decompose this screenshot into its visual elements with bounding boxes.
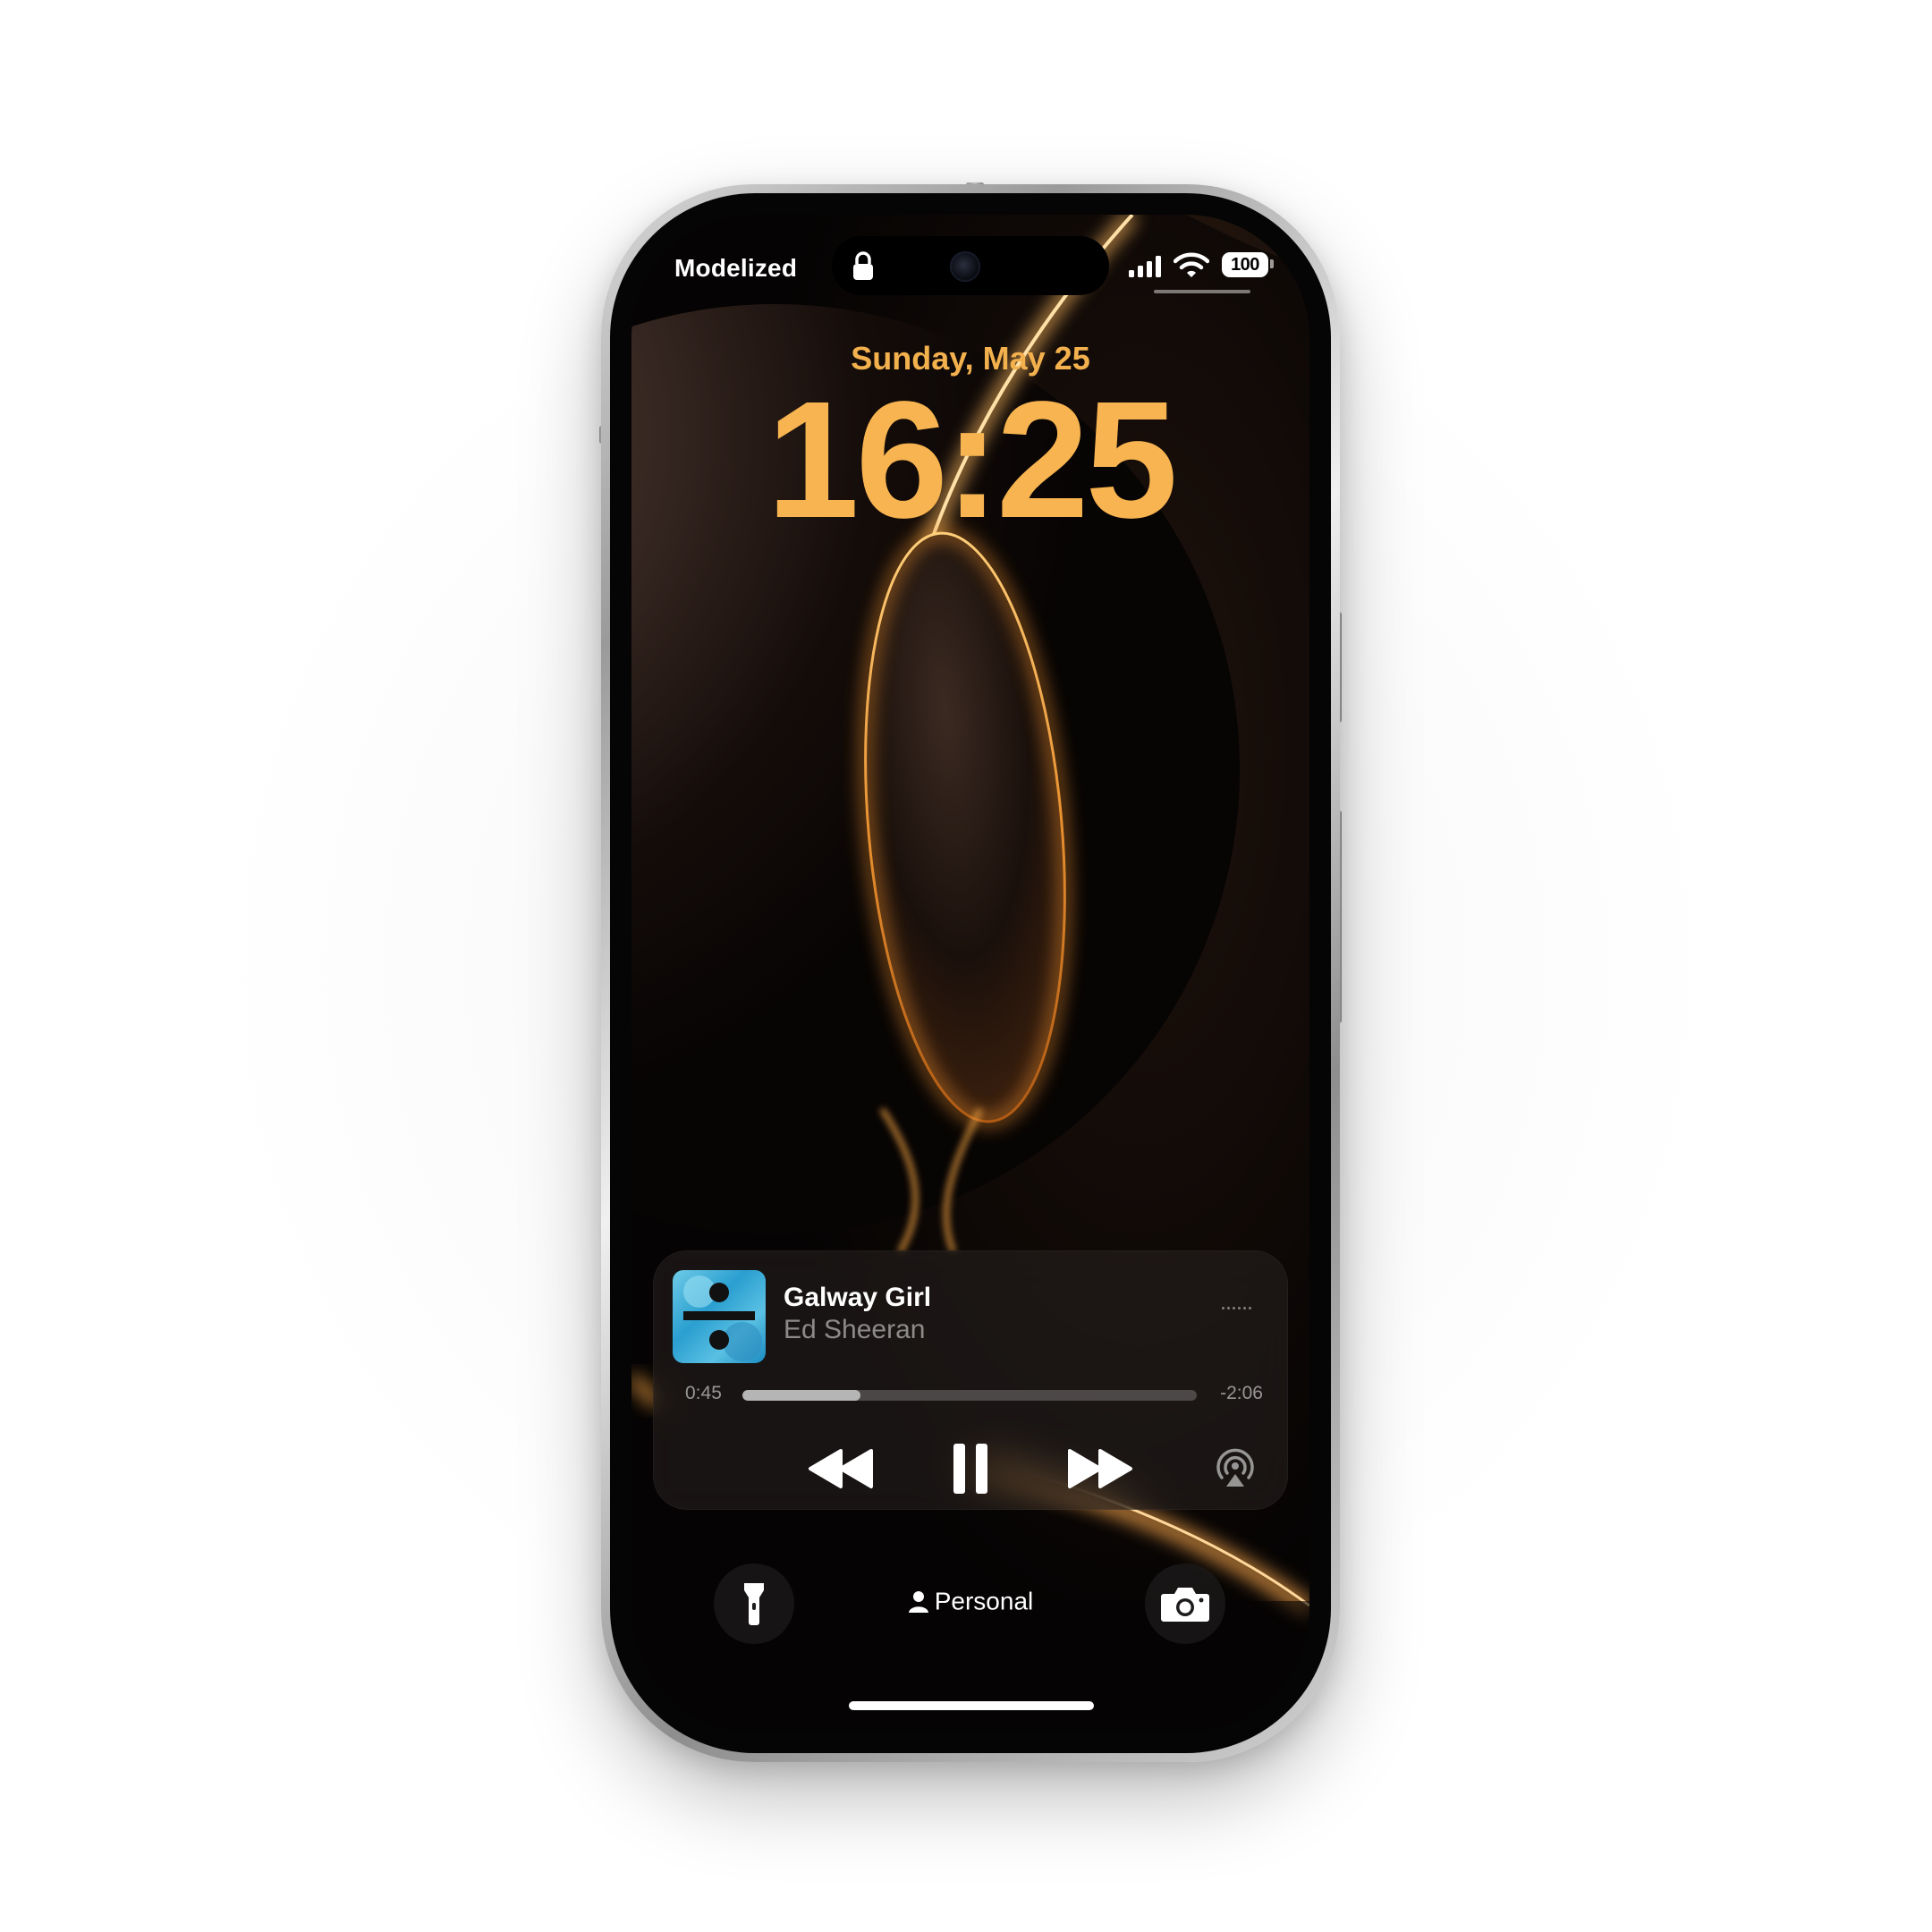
flashlight-icon — [744, 1583, 764, 1625]
focus-mode-selector[interactable]: Personal — [881, 1586, 1060, 1622]
pause-icon[interactable] — [948, 1440, 993, 1497]
progress-fill — [742, 1390, 861, 1401]
divide-album-art[interactable] — [673, 1270, 766, 1363]
now-playing-widget[interactable]: Galway Girl Ed Sheeran 0:45 -2:06 — [653, 1250, 1288, 1510]
stage: Modelized 100 Sunday, May 25 16:25 Galwa… — [0, 0, 1932, 1932]
rewind-icon[interactable] — [807, 1440, 875, 1497]
track-artist: Ed Sheeran — [784, 1315, 926, 1344]
front-camera-icon — [950, 251, 980, 282]
battery-level: 100 — [1222, 252, 1268, 277]
notification-grabber[interactable] — [1154, 290, 1250, 293]
focus-label: Personal — [934, 1587, 1034, 1615]
track-title: Galway Girl — [784, 1283, 932, 1312]
time-remaining: -2:06 — [1220, 1383, 1263, 1403]
lock-icon — [853, 251, 873, 280]
person-icon — [908, 1590, 928, 1613]
time-elapsed: 0:45 — [685, 1383, 722, 1403]
dynamic-island[interactable] — [832, 236, 1109, 295]
camera-button[interactable] — [1145, 1563, 1225, 1644]
progress-scrubber[interactable] — [742, 1390, 1197, 1401]
lock-time: 16:25 — [767, 368, 1178, 553]
waveform-icon — [1222, 1307, 1251, 1309]
home-indicator[interactable] — [849, 1701, 1094, 1710]
flashlight-button[interactable] — [714, 1563, 794, 1644]
album-art-divide-symbol — [683, 1275, 762, 1361]
status-icons: 100 — [1129, 250, 1281, 283]
camera-icon — [1161, 1588, 1209, 1622]
fast-forward-icon[interactable] — [1066, 1440, 1134, 1497]
cellular-signal-icon — [1129, 256, 1161, 277]
lock-screen: Modelized 100 Sunday, May 25 16:25 Galwa… — [631, 215, 1309, 1732]
carrier-name: Modelized — [674, 254, 798, 282]
airplay-icon[interactable] — [1215, 1447, 1256, 1490]
wifi-icon — [1174, 252, 1209, 277]
battery-nub — [1270, 259, 1274, 268]
